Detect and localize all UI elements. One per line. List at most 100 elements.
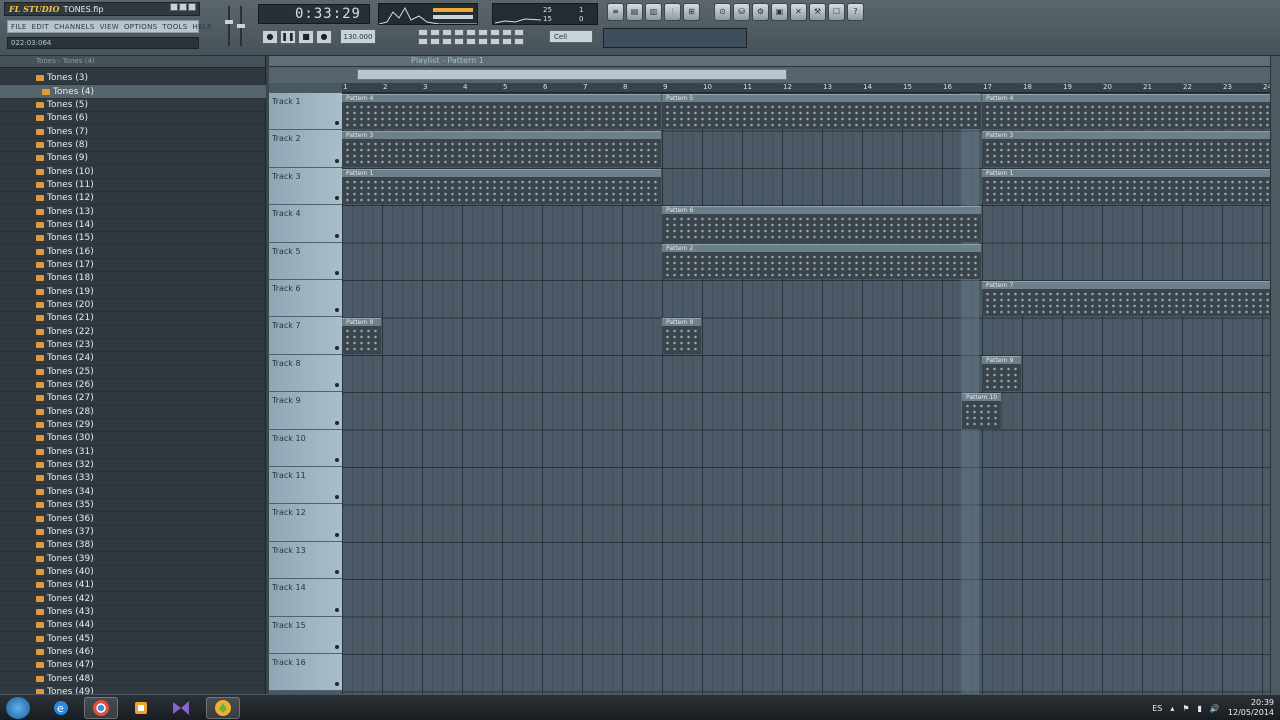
browser-item[interactable]: Tones (11) [0, 179, 266, 193]
master-volume-slider[interactable] [225, 6, 233, 46]
ie-icon[interactable]: e [44, 697, 78, 719]
menu-file[interactable]: FILE [11, 23, 27, 31]
close-button[interactable] [188, 3, 196, 11]
browser-item[interactable]: Tones (32) [0, 459, 266, 473]
track-dot-icon[interactable] [335, 270, 339, 275]
track-header[interactable]: Track 1 [269, 93, 342, 131]
browser-item[interactable]: Tones (43) [0, 606, 266, 620]
track-dot-icon[interactable] [335, 682, 339, 687]
track-header[interactable]: Track 3 [269, 167, 342, 206]
mini-button[interactable] [454, 29, 464, 36]
browser-item[interactable]: Tones (10) [0, 165, 266, 179]
browser-item[interactable]: Tones (26) [0, 379, 266, 393]
up-arrow-icon[interactable]: ▴ [1170, 704, 1174, 713]
track-header[interactable]: Track 7 [269, 317, 342, 355]
mini-button[interactable] [490, 38, 500, 45]
track-dot-icon[interactable] [335, 308, 339, 313]
mini-button[interactable] [430, 29, 440, 36]
browser-item[interactable]: Tones (5) [0, 99, 266, 113]
browser-item[interactable]: Tones (42) [0, 592, 266, 606]
menu-view[interactable]: VIEW [100, 23, 119, 31]
fl-studio-icon[interactable] [206, 697, 240, 719]
track-header[interactable]: Track 8 [269, 354, 342, 393]
browser-item[interactable]: Tones (6) [0, 112, 266, 126]
pattern-clip[interactable]: Pattern 7 [982, 281, 1270, 317]
language-indicator[interactable]: ES [1152, 704, 1162, 713]
menu-edit[interactable]: EDIT [32, 23, 49, 31]
vs-icon[interactable] [164, 697, 198, 719]
pattern-clip[interactable]: Pattern 2 [662, 243, 981, 279]
browser-item[interactable]: Tones (35) [0, 499, 266, 513]
track-header[interactable]: Track 5 [269, 242, 342, 280]
browser-item[interactable]: Tones (41) [0, 579, 266, 593]
mini-button[interactable] [418, 29, 428, 36]
track-dot-icon[interactable] [335, 607, 339, 612]
browser-icon[interactable]: ⊞ [683, 3, 700, 21]
mini-button[interactable] [442, 38, 452, 45]
track-dot-icon[interactable] [335, 570, 339, 575]
menu-channels[interactable]: CHANNELS [54, 23, 95, 31]
record-button[interactable]: ● [316, 30, 332, 44]
menu-tools[interactable]: TOOLS [162, 23, 187, 31]
browser-item[interactable]: Tones (23) [0, 339, 266, 353]
browser-item[interactable]: Tones (19) [0, 286, 266, 299]
pat-song-toggle[interactable]: ● [262, 30, 278, 44]
flag-icon[interactable]: ⚑ [1182, 704, 1189, 713]
browser-item[interactable]: Tones (39) [0, 552, 266, 566]
pattern-clip[interactable]: Pattern 9 [662, 318, 701, 354]
maximize-button[interactable] [179, 3, 187, 11]
cpu-icon[interactable]: ⚙ [752, 3, 769, 21]
browser-item[interactable]: Tones (8) [0, 139, 266, 153]
disk-icon[interactable]: ⛁ [733, 3, 750, 21]
track-dot-icon[interactable] [335, 158, 339, 163]
track-header[interactable]: Track 13 [269, 541, 342, 580]
mini-button[interactable] [442, 29, 452, 36]
track-header[interactable]: Track 15 [269, 616, 342, 654]
minimize-button[interactable] [170, 3, 178, 11]
track-header[interactable]: Track 14 [269, 579, 342, 617]
track-dot-icon[interactable] [335, 532, 339, 537]
browser-item[interactable]: Tones (4) [0, 85, 266, 99]
mini-button[interactable] [430, 38, 440, 45]
network-icon[interactable]: ▮ [1198, 704, 1202, 713]
browser-item[interactable]: Tones (31) [0, 446, 266, 459]
track-dot-icon[interactable] [335, 383, 339, 388]
menu-help[interactable]: HELP [193, 23, 212, 31]
playlist-grid[interactable]: Pattern 4 Pattern 5 Pattern 4 Pattern 3 Patt… [342, 93, 1270, 694]
pattern-clip[interactable]: Pattern 4 [342, 94, 661, 130]
explorer-icon[interactable] [124, 697, 158, 719]
track-header[interactable]: Track 9 [269, 392, 342, 430]
browser-item[interactable]: Tones (12) [0, 192, 266, 206]
browser-item[interactable]: Tones (20) [0, 299, 266, 313]
wrench-icon[interactable]: ⚒ [809, 3, 826, 21]
browser-item[interactable]: Tones (37) [0, 526, 266, 540]
channel-rack-icon[interactable]: ▥ [645, 3, 662, 21]
pattern-clip[interactable]: Pattern 3 [982, 131, 1270, 167]
time-ruler[interactable]: 1 2 3 4 5 6 7 8 9 10 11 12 13 14 15 16 17 18 19 20 21 22 23 24 [342, 83, 1272, 93]
track-dot-icon[interactable] [335, 121, 339, 126]
track-dot-icon[interactable] [335, 233, 339, 238]
mini-button[interactable] [478, 29, 488, 36]
browser-item[interactable]: Tones (38) [0, 539, 266, 553]
slider-knob[interactable] [237, 24, 245, 28]
browser-item[interactable]: Tones (45) [0, 632, 266, 646]
browser-item[interactable]: Tones (15) [0, 232, 266, 246]
tempo-display[interactable]: 130.000 [340, 29, 376, 44]
browser-item[interactable]: Tones (18) [0, 272, 266, 286]
track-dot-icon[interactable] [335, 196, 339, 201]
clock[interactable]: 20:39 12/05/2014 [1228, 698, 1274, 718]
browser-item[interactable]: Tones (34) [0, 486, 266, 499]
snap-selector[interactable]: Cell [549, 30, 593, 43]
pattern-clip[interactable]: Pattern 1 [982, 168, 1270, 205]
mini-button[interactable] [466, 29, 476, 36]
piano-roll-icon[interactable]: ▤ [626, 3, 643, 21]
browser-item[interactable]: Tones (25) [0, 366, 266, 379]
browser-item[interactable]: Tones (21) [0, 312, 266, 326]
track-dot-icon[interactable] [335, 457, 339, 462]
pattern-clip[interactable]: Pattern 9 [342, 318, 381, 354]
pattern-clip[interactable]: Pattern 3 [342, 131, 661, 167]
mini-button[interactable] [418, 38, 428, 45]
browser-item[interactable]: Tones (48) [0, 672, 266, 686]
tools-icon[interactable]: ✕ [790, 3, 807, 21]
track-dot-icon[interactable] [335, 420, 339, 425]
